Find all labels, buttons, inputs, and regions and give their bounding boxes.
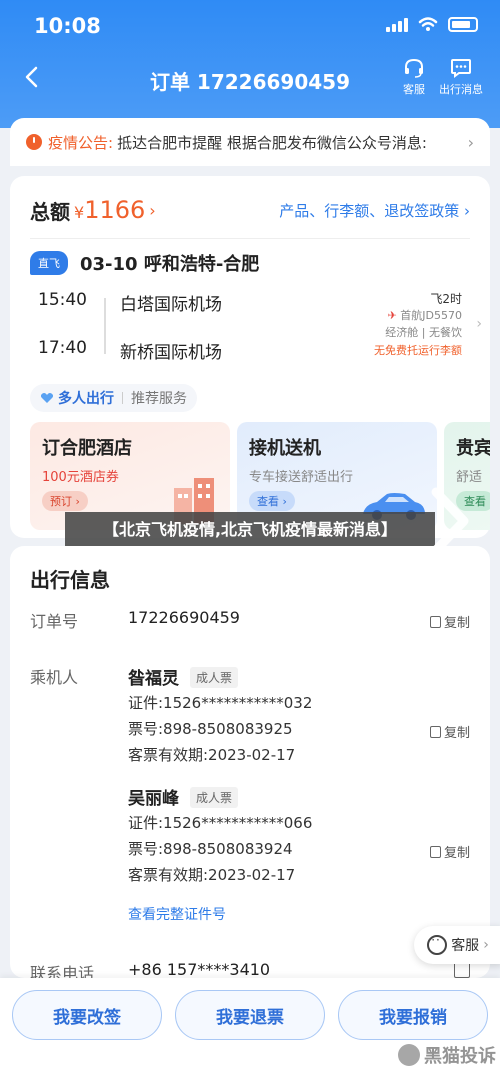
- heart-icon: [40, 393, 54, 403]
- airline-icon: ✈: [387, 309, 397, 322]
- ticket-type-tag: 成人票: [190, 667, 239, 688]
- view-full-id-link[interactable]: 查看完整证件号: [128, 904, 226, 924]
- policy-link-label: 产品、行李额、退改签政策: [279, 201, 460, 220]
- chevron-right-icon: ›: [483, 937, 489, 953]
- total-label: 总额: [30, 199, 70, 224]
- service-header: 多人出行 推荐服务: [30, 384, 197, 412]
- total-amount: 1166: [84, 196, 146, 224]
- watermark: 黑猫投诉: [398, 1042, 496, 1068]
- copy-icon: [429, 615, 441, 628]
- ticket-validity: 客票有效期:2023-02-17: [128, 866, 296, 884]
- flight-duration: 飞2时: [430, 292, 462, 306]
- watermark-text: 黑猫投诉: [424, 1046, 496, 1067]
- flight-number-text: 首航JD5570: [400, 309, 462, 322]
- passenger-name: 吴丽峰: [128, 789, 179, 809]
- copy-label: 复制: [443, 616, 470, 631]
- header: 10:08 订单 17226690459 客服 出行消息: [0, 0, 500, 128]
- notice-text: 抵达合肥市提醒 根据合肥发布微信公众号消息:: [117, 133, 427, 152]
- bottom-action-bar: 我要改签 我要退票 我要报销: [0, 978, 500, 1086]
- status-icons: [386, 16, 478, 32]
- total-price[interactable]: ¥1166: [74, 196, 145, 224]
- copy-ticket-button[interactable]: 复制: [429, 722, 470, 741]
- route-text: 03-10 呼和浩特-合肥: [80, 254, 260, 275]
- ticket-number: 票号:898-8508083925: [128, 720, 293, 738]
- divider: [122, 392, 123, 404]
- passenger-id: 证件:1526***********032: [128, 694, 313, 712]
- floating-customer-service-label: 客服: [451, 938, 480, 954]
- message-icon: [451, 59, 471, 78]
- phone-number: +86 157****3410: [128, 960, 271, 979]
- vip-subtitle: 舒适: [456, 470, 483, 485]
- copy-label: 复制: [443, 726, 470, 741]
- total-row: 总额 ¥1166 › 产品、行李额、退改签政策 ›: [30, 192, 470, 228]
- change-ticket-button[interactable]: 我要改签: [12, 990, 162, 1040]
- depart-airport: 白塔国际机场: [120, 295, 222, 315]
- customer-service-button[interactable]: 客服: [392, 58, 436, 97]
- baggage-info: 无免费托运行李额: [374, 344, 462, 357]
- order-card: 总额 ¥1166 › 产品、行李额、退改签政策 › 直飞 03-10 呼和浩特-…: [10, 176, 490, 538]
- flight-detail-chevron-icon[interactable]: ›: [476, 316, 482, 332]
- transfer-title: 接机送机: [249, 438, 321, 459]
- refund-ticket-button[interactable]: 我要退票: [175, 990, 325, 1040]
- alert-icon: [26, 134, 42, 150]
- copy-icon: [429, 725, 441, 738]
- headset-icon: [405, 58, 423, 78]
- passenger-id: 证件:1526***********066: [128, 814, 313, 832]
- arrive-time: 17:40: [38, 338, 87, 358]
- hotel-book-label: 预订: [50, 495, 72, 508]
- cabin-info: 经济舱 | 无餐饮: [385, 326, 462, 339]
- notice-label: 疫情公告:: [48, 133, 114, 152]
- recommend-label: 推荐服务: [131, 391, 187, 407]
- timeline: [104, 298, 106, 354]
- copy-order-button[interactable]: 复制: [429, 612, 470, 631]
- travel-messages-button[interactable]: 出行消息: [436, 58, 486, 97]
- hotel-title: 订合肥酒店: [42, 438, 132, 459]
- hotel-book-button[interactable]: 预订 ›: [42, 491, 88, 511]
- wifi-icon: [418, 17, 438, 31]
- status-time: 10:08: [34, 14, 101, 38]
- travel-messages-label: 出行消息: [439, 83, 483, 96]
- chevron-right-icon: ›: [467, 132, 474, 152]
- watermark-logo-icon: [398, 1044, 420, 1066]
- ticket-validity: 客票有效期:2023-02-17: [128, 746, 296, 764]
- status-bar: 10:08: [0, 0, 500, 50]
- copy-icon: [429, 845, 441, 858]
- route-row: 直飞 03-10 呼和浩特-合肥: [30, 250, 259, 276]
- currency-symbol: ¥: [74, 203, 85, 222]
- transfer-subtitle: 专车接送舒适出行: [249, 470, 354, 485]
- multi-travel-label[interactable]: 多人出行: [58, 388, 114, 408]
- edit-icon[interactable]: [454, 962, 470, 978]
- travel-info-card: 出行信息 订单号 17226690459 复制 乘机人 昝福灵 成人票 证件:1…: [10, 546, 490, 983]
- transfer-view-button[interactable]: 查看 ›: [249, 491, 295, 511]
- order-number-label: 订单号: [30, 612, 79, 631]
- floating-customer-service[interactable]: 客服 ›: [414, 926, 500, 964]
- ticket-type-tag: 成人票: [190, 787, 239, 808]
- order-number: 17226690459: [128, 608, 240, 627]
- chevron-right-icon: ›: [149, 200, 156, 220]
- signal-icon: [386, 16, 408, 32]
- epidemic-notice[interactable]: 疫情公告: 抵达合肥市提醒 根据合肥发布微信公众号消息: ›: [10, 118, 490, 166]
- customer-service-label: 客服: [403, 83, 425, 96]
- direct-flight-badge: 直飞: [30, 251, 68, 275]
- transfer-view-label: 查看: [257, 495, 279, 508]
- chat-icon: [427, 933, 448, 955]
- copy-label: 复制: [443, 846, 470, 861]
- battery-icon: [448, 16, 478, 32]
- passenger-label: 乘机人: [30, 668, 79, 687]
- section-title: 出行信息: [30, 568, 110, 592]
- copy-ticket-button[interactable]: 复制: [429, 842, 470, 861]
- depart-time: 15:40: [38, 290, 87, 310]
- nav-bar: 订单 17226690459 客服 出行消息: [0, 56, 500, 106]
- reimburse-button[interactable]: 我要报销: [338, 990, 488, 1040]
- flight-number: ✈ 首航JD5570: [388, 307, 462, 323]
- passenger-name: 昝福灵: [128, 669, 179, 689]
- arrive-airport: 新桥国际机场: [120, 343, 222, 363]
- vip-title: 贵宾: [456, 438, 490, 459]
- divider: [30, 238, 470, 239]
- ticket-number: 票号:898-8508083924: [128, 840, 293, 858]
- policy-link[interactable]: 产品、行李额、退改签政策 ›: [279, 200, 470, 221]
